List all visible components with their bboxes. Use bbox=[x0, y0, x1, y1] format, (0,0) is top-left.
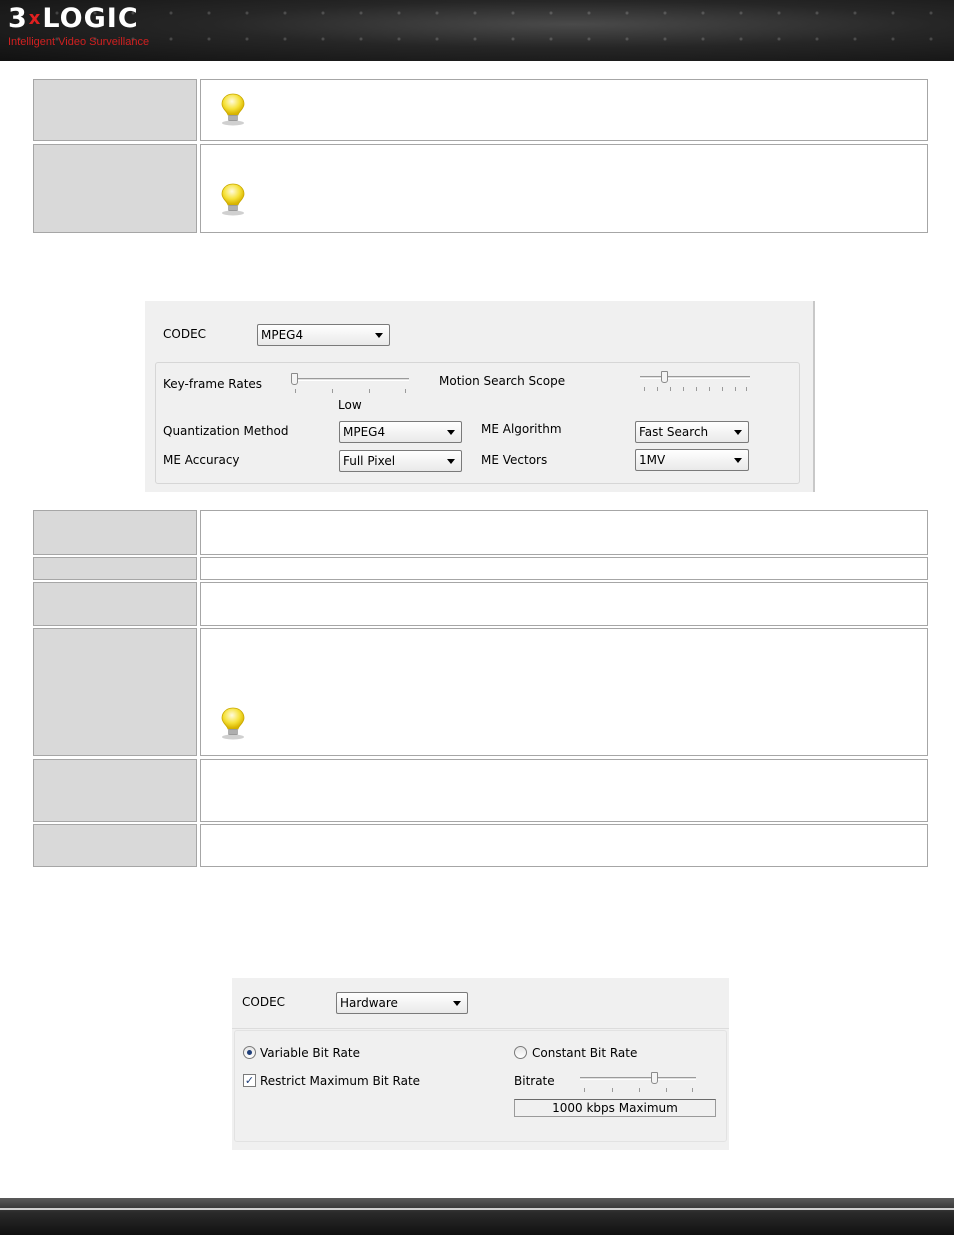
variable-bit-rate-label: Variable Bit Rate bbox=[260, 1046, 361, 1060]
codec-value: Hardware bbox=[340, 996, 398, 1010]
motion-search-scope-slider[interactable] bbox=[640, 371, 750, 391]
chevron-down-icon bbox=[447, 459, 455, 464]
variable-bit-rate-radio[interactable] bbox=[243, 1046, 256, 1059]
bitrate-readout: 1000 kbps Maximum bbox=[514, 1099, 716, 1117]
table-content-cell bbox=[200, 557, 928, 580]
table-row bbox=[33, 824, 928, 867]
codec-label: CODEC bbox=[163, 327, 207, 341]
me-accuracy-dropdown[interactable]: Full Pixel bbox=[339, 450, 462, 472]
mpeg4-codec-settings-dialog: CODEC MPEG4 Key-frame Rates Low Motion S… bbox=[145, 301, 815, 492]
bitrate-label: Bitrate bbox=[514, 1074, 555, 1088]
lightbulb-icon bbox=[221, 707, 245, 740]
me-algorithm-dropdown[interactable]: Fast Search bbox=[635, 421, 749, 443]
quantization-method-dropdown[interactable]: MPEG4 bbox=[339, 421, 462, 443]
me-vectors-dropdown[interactable]: 1MV bbox=[635, 449, 749, 471]
table-row bbox=[33, 582, 928, 626]
table-label-cell bbox=[33, 628, 197, 756]
table-row bbox=[33, 759, 928, 822]
table-content-cell bbox=[200, 759, 928, 822]
table-row bbox=[33, 144, 928, 233]
lightbulb-icon bbox=[221, 93, 245, 126]
settings-table bbox=[33, 510, 928, 868]
codec-dropdown[interactable]: MPEG4 bbox=[257, 324, 390, 346]
restrict-max-bit-rate-label: Restrict Maximum Bit Rate bbox=[260, 1074, 421, 1088]
keyframe-rates-slider[interactable] bbox=[291, 373, 409, 393]
me-algorithm-value: Fast Search bbox=[639, 425, 709, 439]
tips-table bbox=[33, 79, 928, 234]
table-label-cell bbox=[33, 144, 197, 233]
page-header-banner: 3xLOGIC Intelligent Video Surveillance bbox=[0, 0, 954, 61]
chevron-down-icon bbox=[734, 458, 742, 463]
table-content-cell bbox=[200, 510, 928, 555]
table-label-cell bbox=[33, 79, 197, 141]
slider-thumb[interactable] bbox=[661, 371, 668, 383]
chevron-down-icon bbox=[375, 333, 383, 338]
divider bbox=[232, 1028, 729, 1029]
table-row bbox=[33, 79, 928, 141]
slider-thumb[interactable] bbox=[291, 373, 298, 385]
me-algorithm-label: ME Algorithm bbox=[481, 422, 562, 436]
page-footer-banner bbox=[0, 1198, 954, 1235]
logo-text-logic: LOGIC bbox=[42, 3, 139, 34]
logo-text-x: x bbox=[28, 8, 42, 29]
slider-thumb[interactable] bbox=[651, 1072, 658, 1084]
logo-tagline: Intelligent Video Surveillance bbox=[8, 36, 150, 48]
keyframe-rates-value: Low bbox=[338, 398, 362, 412]
table-content-cell bbox=[200, 824, 928, 867]
table-row bbox=[33, 557, 928, 580]
keyframe-rates-label: Key-frame Rates bbox=[163, 377, 263, 391]
footer-rule bbox=[0, 1208, 954, 1210]
chevron-down-icon bbox=[453, 1001, 461, 1006]
codec-value: MPEG4 bbox=[261, 328, 304, 342]
constant-bit-rate-radio[interactable] bbox=[514, 1046, 527, 1059]
bitrate-slider[interactable] bbox=[580, 1072, 696, 1092]
table-row bbox=[33, 628, 928, 756]
constant-bit-rate-label: Constant Bit Rate bbox=[532, 1046, 638, 1060]
quantization-method-label: Quantization Method bbox=[163, 424, 289, 438]
quantization-method-value: MPEG4 bbox=[343, 425, 386, 439]
me-accuracy-label: ME Accuracy bbox=[163, 453, 240, 467]
me-accuracy-value: Full Pixel bbox=[343, 454, 396, 468]
codec-label: CODEC bbox=[242, 995, 286, 1009]
motion-search-scope-label: Motion Search Scope bbox=[439, 374, 566, 388]
chevron-down-icon bbox=[447, 430, 455, 435]
hardware-codec-settings-dialog: CODEC Hardware Variable Bit Rate Constan… bbox=[232, 978, 729, 1150]
me-vectors-label: ME Vectors bbox=[481, 453, 548, 467]
table-label-cell bbox=[33, 557, 197, 580]
restrict-max-bit-rate-checkbox[interactable]: ✓ bbox=[243, 1074, 256, 1087]
company-logo: 3xLOGIC Intelligent Video Surveillance bbox=[8, 3, 150, 49]
table-label-cell bbox=[33, 759, 197, 822]
checkmark-icon: ✓ bbox=[244, 1074, 255, 1087]
codec-dropdown[interactable]: Hardware bbox=[336, 992, 468, 1014]
table-content-cell bbox=[200, 628, 928, 756]
table-content-cell bbox=[200, 582, 928, 626]
radio-selected-dot bbox=[247, 1050, 252, 1055]
chevron-down-icon bbox=[734, 430, 742, 435]
table-content-cell bbox=[200, 144, 928, 233]
table-content-cell bbox=[200, 79, 928, 141]
table-row bbox=[33, 510, 928, 555]
lightbulb-icon bbox=[221, 183, 245, 216]
me-vectors-value: 1MV bbox=[639, 453, 666, 467]
table-label-cell bbox=[33, 510, 197, 555]
table-label-cell bbox=[33, 824, 197, 867]
table-label-cell bbox=[33, 582, 197, 626]
logo-text-3: 3 bbox=[8, 3, 28, 34]
